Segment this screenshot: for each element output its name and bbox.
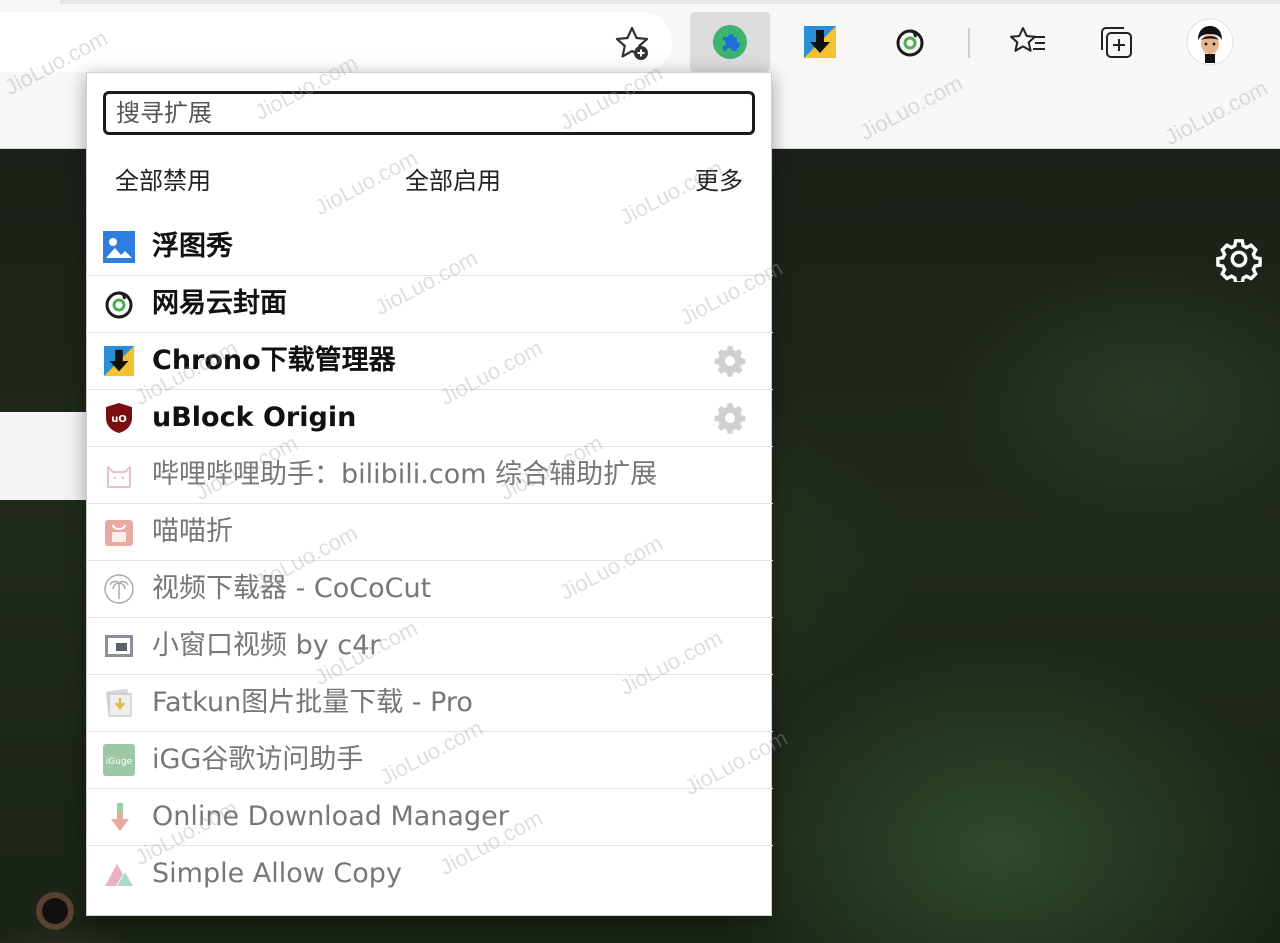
iguge-icon: iGuge [103,744,135,776]
page-settings-gear-icon[interactable] [1216,236,1262,282]
extensions-popup: 全部禁用 全部启用 更多 浮图秀 网易云封面 [86,72,773,916]
extension-item-online-download-manager[interactable]: Online Download Manager [87,789,773,846]
extension-settings-gear-icon[interactable] [713,401,747,435]
collections-button[interactable] [1076,12,1156,72]
fatkun-icon [105,688,132,717]
page-content-strip [0,412,90,500]
puzzle-extensions-icon [713,25,747,59]
favorites-button[interactable] [988,12,1068,72]
collections-icon [1101,27,1132,58]
chrono-icon [103,345,135,377]
profile-avatar-icon [1186,18,1234,66]
download-arrow-icon [111,803,129,831]
extension-item-pip-c4r[interactable]: 小窗口视频 by c4r [87,618,773,675]
extension-item-ublock[interactable]: uO uBlock Origin [87,390,773,447]
tab-strip-edge [60,0,1280,4]
netease-icon [105,291,133,319]
address-bar[interactable] [0,12,672,72]
disable-all-button[interactable]: 全部禁用 [115,161,211,196]
pip-window-icon [105,635,133,657]
extension-name: Online Download Manager [152,801,509,832]
extension-name: 浮图秀 [152,231,233,262]
svg-text:iGuge: iGuge [106,757,133,767]
extension-list: 浮图秀 网易云封面 Chrono下载管理器 uO uBlock Origin 哔… [87,219,773,903]
add-favorite-star-icon[interactable] [612,24,652,64]
extension-name: iGG谷歌访问助手 [152,744,364,775]
extension-name: Simple Allow Copy [152,858,402,889]
enable-all-button[interactable]: 全部启用 [405,161,501,196]
favorites-list-icon [1010,27,1045,52]
extension-name: 哔哩哔哩助手：bilibili.com 综合辅助扩展 [152,459,658,490]
extension-item-fatkun[interactable]: Fatkun图片批量下载 - Pro [87,675,773,732]
extension-settings-gear-icon[interactable] [713,344,747,378]
bilibili-cat-icon [107,466,131,488]
chrono-download-icon [804,26,836,58]
netease-toolbar-button[interactable] [870,12,950,72]
svg-text:uO: uO [111,414,127,425]
palm-tree-icon [104,574,134,604]
netease-cloud-icon [896,29,924,57]
extension-item-chrono[interactable]: Chrono下载管理器 [87,333,773,390]
extension-item-bilibili-helper[interactable]: 哔哩哔哩助手：bilibili.com 综合辅助扩展 [87,447,773,504]
extension-name: 小窗口视频 by c4r [152,630,381,661]
extension-name: 喵喵折 [152,516,233,547]
extension-name: uBlock Origin [152,402,357,433]
extension-name: 视频下载器 - CoCoCut [152,573,432,604]
extension-name: Fatkun图片批量下载 - Pro [152,687,473,718]
extension-item-simple-allow-copy[interactable]: Simple Allow Copy [87,846,773,903]
profile-button[interactable] [1170,12,1250,72]
allow-copy-icon [105,864,133,886]
extension-item-miaomiaozhe[interactable]: 喵喵折 [87,504,773,561]
extension-name: 网易云封面 [152,288,287,319]
toolbar-separator [968,28,970,58]
extension-item-futuxiu[interactable]: 浮图秀 [87,219,773,276]
image-icon [103,231,135,263]
miaomiaozhe-bag-icon [105,520,133,546]
extension-item-cococut[interactable]: 视频下载器 - CoCoCut [87,561,773,618]
extension-item-netease-cover[interactable]: 网易云封面 [87,276,773,333]
extension-item-igg[interactable]: iGuge iGG谷歌访问助手 [87,732,773,789]
extension-name: Chrono下载管理器 [152,345,396,376]
search-extensions-input[interactable] [103,91,755,135]
ublock-shield-icon: uO [106,403,132,433]
monkey-eye [42,898,68,924]
more-button[interactable]: 更多 [695,161,743,196]
extensions-button[interactable] [690,12,770,72]
chrono-toolbar-button[interactable] [780,12,860,72]
bulk-actions-bar: 全部禁用 全部启用 更多 [87,157,773,197]
